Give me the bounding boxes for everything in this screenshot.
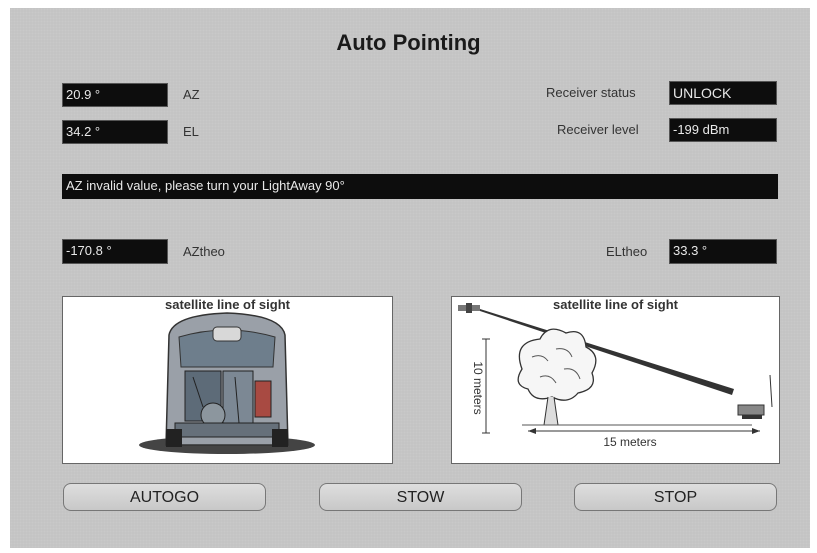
vehicle-illustration (139, 312, 315, 454)
az-value-field: 20.9 ° (62, 83, 168, 107)
aztheo-label: AZtheo (183, 244, 225, 259)
vehicle-line-of-sight-image: satellite line of sight (62, 296, 393, 464)
autogo-button[interactable]: AUTOGO (63, 483, 266, 511)
height-label: 10 meters (471, 361, 485, 415)
stow-button[interactable]: STOW (319, 483, 522, 511)
eltheo-value-field: 33.3 ° (669, 239, 777, 264)
tree-obstacle-image: satellite line of sight 10 meters 15 met… (451, 296, 780, 464)
status-message: AZ invalid value, please turn your Light… (62, 174, 778, 199)
eltheo-label: ELtheo (606, 244, 648, 259)
el-value-field: 34.2 ° (62, 120, 168, 144)
stop-button[interactable]: STOP (574, 483, 777, 511)
receiver-status-label: Receiver status (546, 85, 636, 100)
aztheo-value-field: -170.8 ° (62, 239, 168, 264)
distance-label: 15 meters (603, 435, 657, 449)
az-label: AZ (183, 87, 200, 102)
receiver-level-field: -199 dBm (669, 118, 777, 142)
receiver-status-field: UNLOCK (669, 81, 777, 105)
page-title: Auto Pointing (336, 30, 481, 55)
el-label: EL (183, 124, 199, 139)
receiver-level-label: Receiver level (557, 122, 639, 137)
